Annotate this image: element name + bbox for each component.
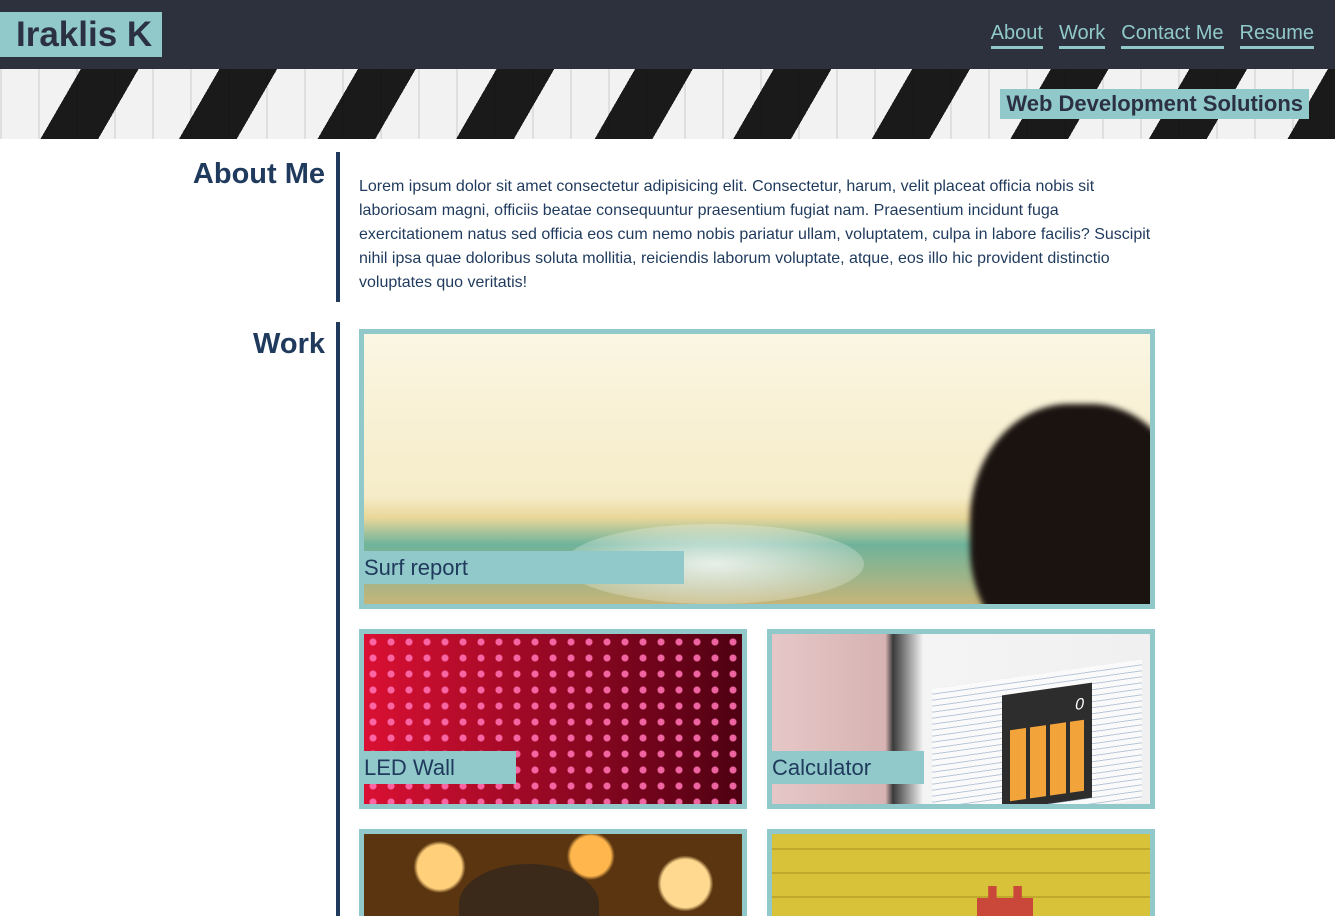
project-label-surf-report[interactable]: Surf report xyxy=(364,551,684,584)
main-nav: About Work Contact Me Resume xyxy=(990,20,1314,49)
nav-link-work[interactable]: Work xyxy=(1058,20,1106,49)
hero-tagline: Web Development Solutions xyxy=(1000,89,1309,119)
calculator-keys xyxy=(1010,719,1084,802)
hero-banner: Web Development Solutions xyxy=(0,69,1335,139)
project-card-led-wall[interactable]: LED Wall xyxy=(359,629,747,809)
space-invader-shape xyxy=(977,886,1033,916)
nav-link-resume[interactable]: Resume xyxy=(1239,20,1314,49)
figurine-shape xyxy=(459,864,599,916)
silhouette-shape xyxy=(970,404,1150,604)
bokeh-image xyxy=(364,834,742,916)
yellow-wall-image xyxy=(772,834,1150,916)
project-label-calculator[interactable]: Calculator xyxy=(772,751,924,784)
project-label-led-wall[interactable]: LED Wall xyxy=(364,751,516,784)
calculator-display: 0 xyxy=(1075,695,1084,715)
nav-link-contact[interactable]: Contact Me xyxy=(1121,20,1224,49)
nav-link-about[interactable]: About xyxy=(990,20,1043,49)
site-brand[interactable]: Iraklis K xyxy=(0,12,162,57)
about-section-title: About Me xyxy=(192,158,325,190)
project-card-calculator[interactable]: 0 Calculator xyxy=(767,629,1155,809)
work-divider xyxy=(336,322,340,916)
about-paragraph: Lorem ipsum dolor sit amet consectetur a… xyxy=(359,178,1151,291)
top-navbar: Iraklis K About Work Contact Me Resume xyxy=(0,0,1335,69)
project-card-4[interactable] xyxy=(359,829,747,916)
project-card-5[interactable] xyxy=(767,829,1155,916)
work-section-title: Work xyxy=(253,328,325,360)
calculator-shape: 0 xyxy=(1002,682,1092,804)
project-card-surf-report[interactable]: Surf report xyxy=(359,329,1155,609)
about-divider xyxy=(336,152,340,302)
